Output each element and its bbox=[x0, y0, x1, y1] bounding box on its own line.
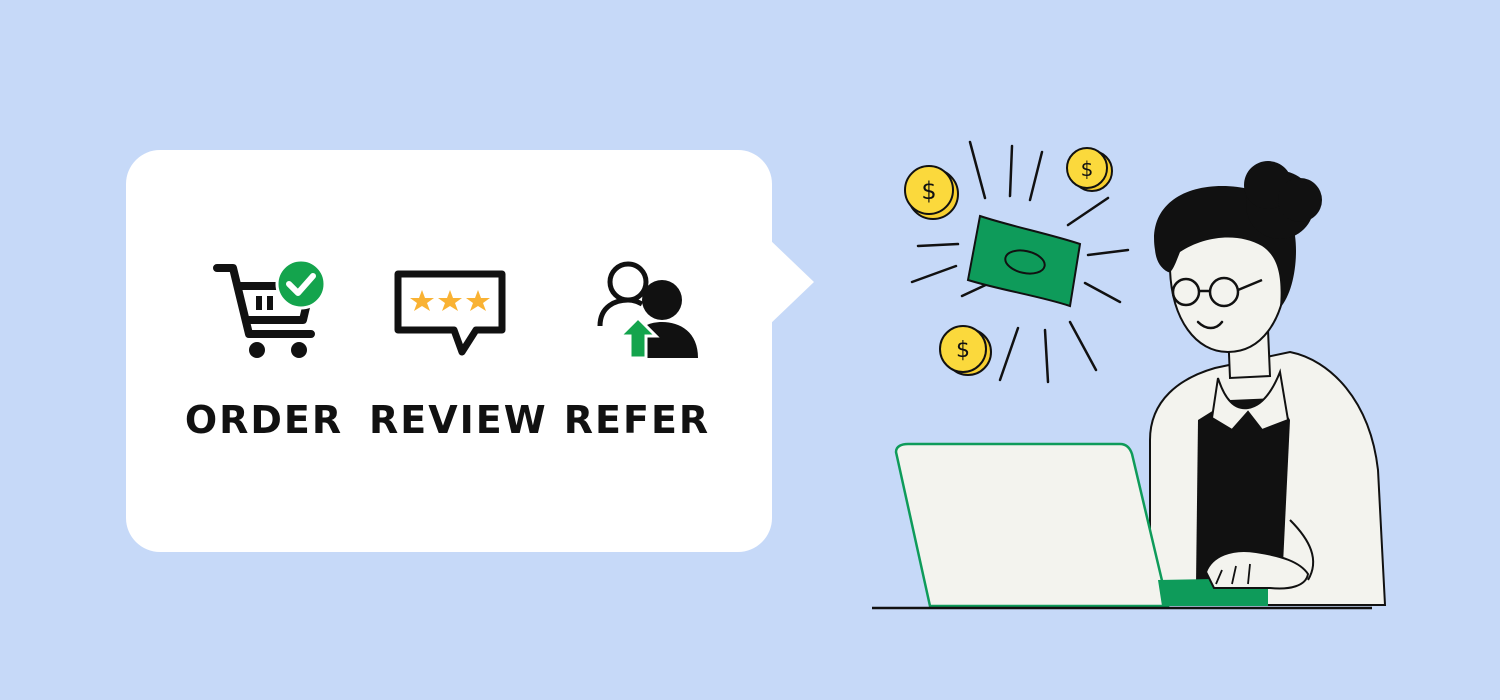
svg-text:$: $ bbox=[956, 338, 970, 363]
svg-text:$: $ bbox=[1081, 157, 1094, 181]
svg-text:$: $ bbox=[921, 177, 936, 205]
woman-figure bbox=[1149, 161, 1387, 606]
woman-laptop-illustration: $ $ $ bbox=[872, 140, 1387, 610]
coin-icon: $ bbox=[939, 325, 992, 376]
banknote-icon bbox=[966, 214, 1082, 308]
coin-icon: $ bbox=[1066, 147, 1113, 192]
coin-icon: $ bbox=[904, 165, 959, 220]
